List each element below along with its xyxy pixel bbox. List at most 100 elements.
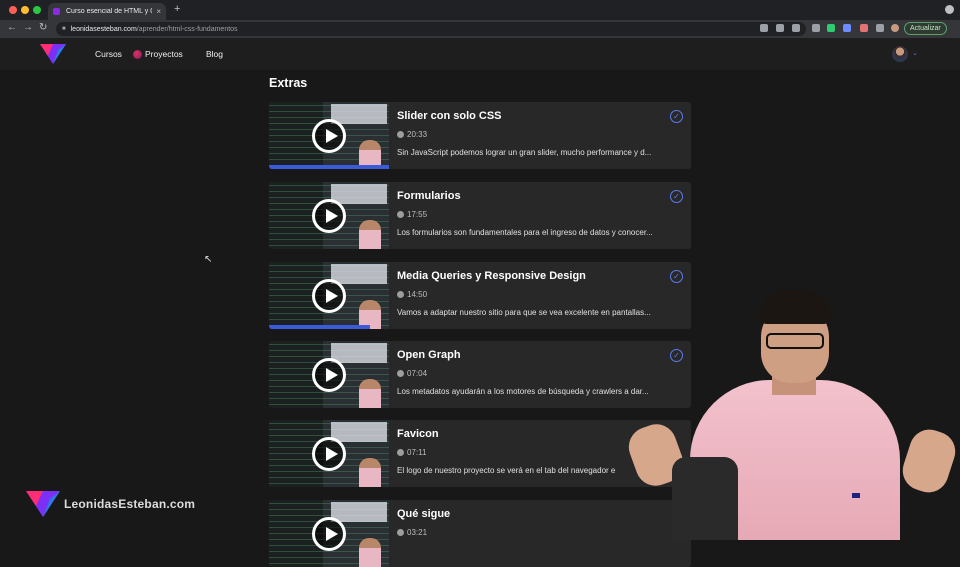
clock-icon xyxy=(397,211,404,218)
clock-icon xyxy=(397,529,404,536)
lesson-title[interactable]: Slider con solo CSS xyxy=(397,110,502,122)
lesson-description: Los formularios son fundamentales para e… xyxy=(397,228,653,237)
lesson-title[interactable]: Open Graph xyxy=(397,349,461,361)
lesson-title[interactable]: Formularios xyxy=(397,190,461,202)
clock-icon xyxy=(397,291,404,298)
record-icon[interactable] xyxy=(945,5,954,14)
clock-icon xyxy=(397,449,404,456)
tab-title: Curso esencial de HTML y CSS xyxy=(66,8,152,15)
thumbnail-screen xyxy=(331,184,387,204)
extension-icon[interactable] xyxy=(812,24,820,32)
clock-icon xyxy=(397,370,404,377)
lesson-title[interactable]: Favicon xyxy=(397,428,439,440)
lesson-thumbnail[interactable] xyxy=(269,500,389,567)
play-icon[interactable] xyxy=(312,358,346,392)
play-icon[interactable] xyxy=(312,119,346,153)
browser-tab[interactable]: Curso esencial de HTML y CSS × xyxy=(48,3,166,20)
lesson-progress-bar xyxy=(269,165,389,169)
thumbnail-screen xyxy=(331,343,387,363)
watermark-text: LeonidasEsteban.com xyxy=(64,497,196,511)
lesson-card[interactable]: Favicon 07:11 El logo de nuestro proyect… xyxy=(269,420,691,487)
thumbnail-screen xyxy=(331,264,387,284)
lesson-duration: 20:33 xyxy=(397,130,427,139)
clock-icon xyxy=(397,131,404,138)
completed-check-icon: ✓ xyxy=(670,110,683,123)
play-icon[interactable] xyxy=(312,517,346,551)
section-title: Extras xyxy=(269,76,308,90)
duration-text: 07:04 xyxy=(407,369,428,378)
nav-cursos[interactable]: Cursos xyxy=(95,49,122,59)
lesson-duration: 07:11 xyxy=(397,448,426,457)
lesson-title[interactable]: Qué sigue xyxy=(397,508,450,520)
browser-toolbar: ← → ↻ ■ leonidasesteban.com /aprender/ht… xyxy=(0,20,960,38)
presenter-hair xyxy=(759,290,831,324)
presenter-video xyxy=(623,285,960,540)
bookmark-star-icon[interactable] xyxy=(792,24,800,32)
watermark-logo-icon xyxy=(26,491,60,517)
profile-icon[interactable] xyxy=(891,24,899,32)
new-tab-button[interactable]: + xyxy=(174,3,180,15)
forward-icon[interactable]: → xyxy=(23,22,33,33)
thumbnail-screen xyxy=(331,104,387,124)
lesson-card[interactable]: Qué sigue 03:21 xyxy=(269,500,691,567)
browser-tab-bar: Curso esencial de HTML y CSS × + xyxy=(0,0,960,20)
shirt-logo xyxy=(852,493,860,498)
back-icon[interactable]: ← xyxy=(7,22,17,33)
play-icon[interactable] xyxy=(312,437,346,471)
lesson-card[interactable]: Formularios 17:55 Los formularios son fu… xyxy=(269,182,691,249)
lesson-thumbnail[interactable] xyxy=(269,102,389,169)
lesson-card[interactable]: Media Queries y Responsive Design 14:50 … xyxy=(269,262,691,329)
address-bar[interactable]: ■ leonidasesteban.com /aprender/html-css… xyxy=(56,22,806,36)
lesson-thumbnail[interactable] xyxy=(269,420,389,487)
nav-proyectos[interactable]: Proyectos xyxy=(145,49,183,59)
minimize-window-button[interactable] xyxy=(21,6,29,14)
duration-text: 17:55 xyxy=(407,210,428,219)
nav-blog[interactable]: Blog xyxy=(206,49,223,59)
lesson-card[interactable]: Open Graph 07:04 Los metadatos ayudarán … xyxy=(269,341,691,408)
thumbnail-presenter xyxy=(359,379,381,408)
lock-icon: ■ xyxy=(62,26,66,32)
lesson-duration: 03:21 xyxy=(397,528,427,537)
duration-text: 07:11 xyxy=(407,448,427,457)
watermark: LeonidasEsteban.com xyxy=(26,491,195,517)
thumbnail-screen xyxy=(331,422,387,442)
reload-icon[interactable]: ↻ xyxy=(39,22,47,33)
duration-text: 03:21 xyxy=(407,528,428,537)
avatar[interactable] xyxy=(892,46,908,62)
lesson-description: Sin JavaScript podemos lograr un gran sl… xyxy=(397,148,652,157)
play-icon[interactable] xyxy=(312,279,346,313)
lesson-progress-bar xyxy=(269,325,370,329)
share-icon[interactable] xyxy=(776,24,784,32)
extension-blue-icon[interactable] xyxy=(843,24,851,32)
lesson-title[interactable]: Media Queries y Responsive Design xyxy=(397,270,586,282)
lesson-thumbnail[interactable] xyxy=(269,182,389,249)
url-domain: leonidasesteban.com xyxy=(70,25,137,33)
site-logo[interactable] xyxy=(40,44,66,64)
lesson-duration: 14:50 xyxy=(397,290,427,299)
puzzle-icon[interactable] xyxy=(876,24,884,32)
duration-text: 20:33 xyxy=(407,130,428,139)
lesson-card[interactable]: Slider con solo CSS 20:33 Sin JavaScript… xyxy=(269,102,691,169)
microphone xyxy=(672,457,738,540)
update-browser-button[interactable]: Actualizar xyxy=(904,22,947,35)
thumbnail-screen xyxy=(331,502,387,522)
completed-check-icon: ✓ xyxy=(670,270,683,283)
close-window-button[interactable] xyxy=(9,6,17,14)
mouse-cursor-icon: ↖ xyxy=(204,254,213,265)
lesson-thumbnail[interactable] xyxy=(269,262,389,329)
extension-green-icon[interactable] xyxy=(827,24,835,32)
site-header: Cursos Proyectos Blog ⌄ xyxy=(0,38,960,70)
lesson-thumbnail[interactable] xyxy=(269,341,389,408)
thumbnail-presenter xyxy=(359,220,381,249)
site-favicon-icon xyxy=(53,8,60,15)
projects-dot-icon xyxy=(133,50,142,59)
extension-red-icon[interactable] xyxy=(860,24,868,32)
play-icon[interactable] xyxy=(312,199,346,233)
extension-icon[interactable] xyxy=(760,24,768,32)
presenter-glasses xyxy=(766,333,824,349)
maximize-window-button[interactable] xyxy=(33,6,41,14)
url-path: /aprender/html-css-fundamentos xyxy=(136,25,238,33)
chevron-down-icon[interactable]: ⌄ xyxy=(912,49,918,57)
close-tab-icon[interactable]: × xyxy=(156,7,161,16)
thumbnail-presenter xyxy=(359,458,381,487)
